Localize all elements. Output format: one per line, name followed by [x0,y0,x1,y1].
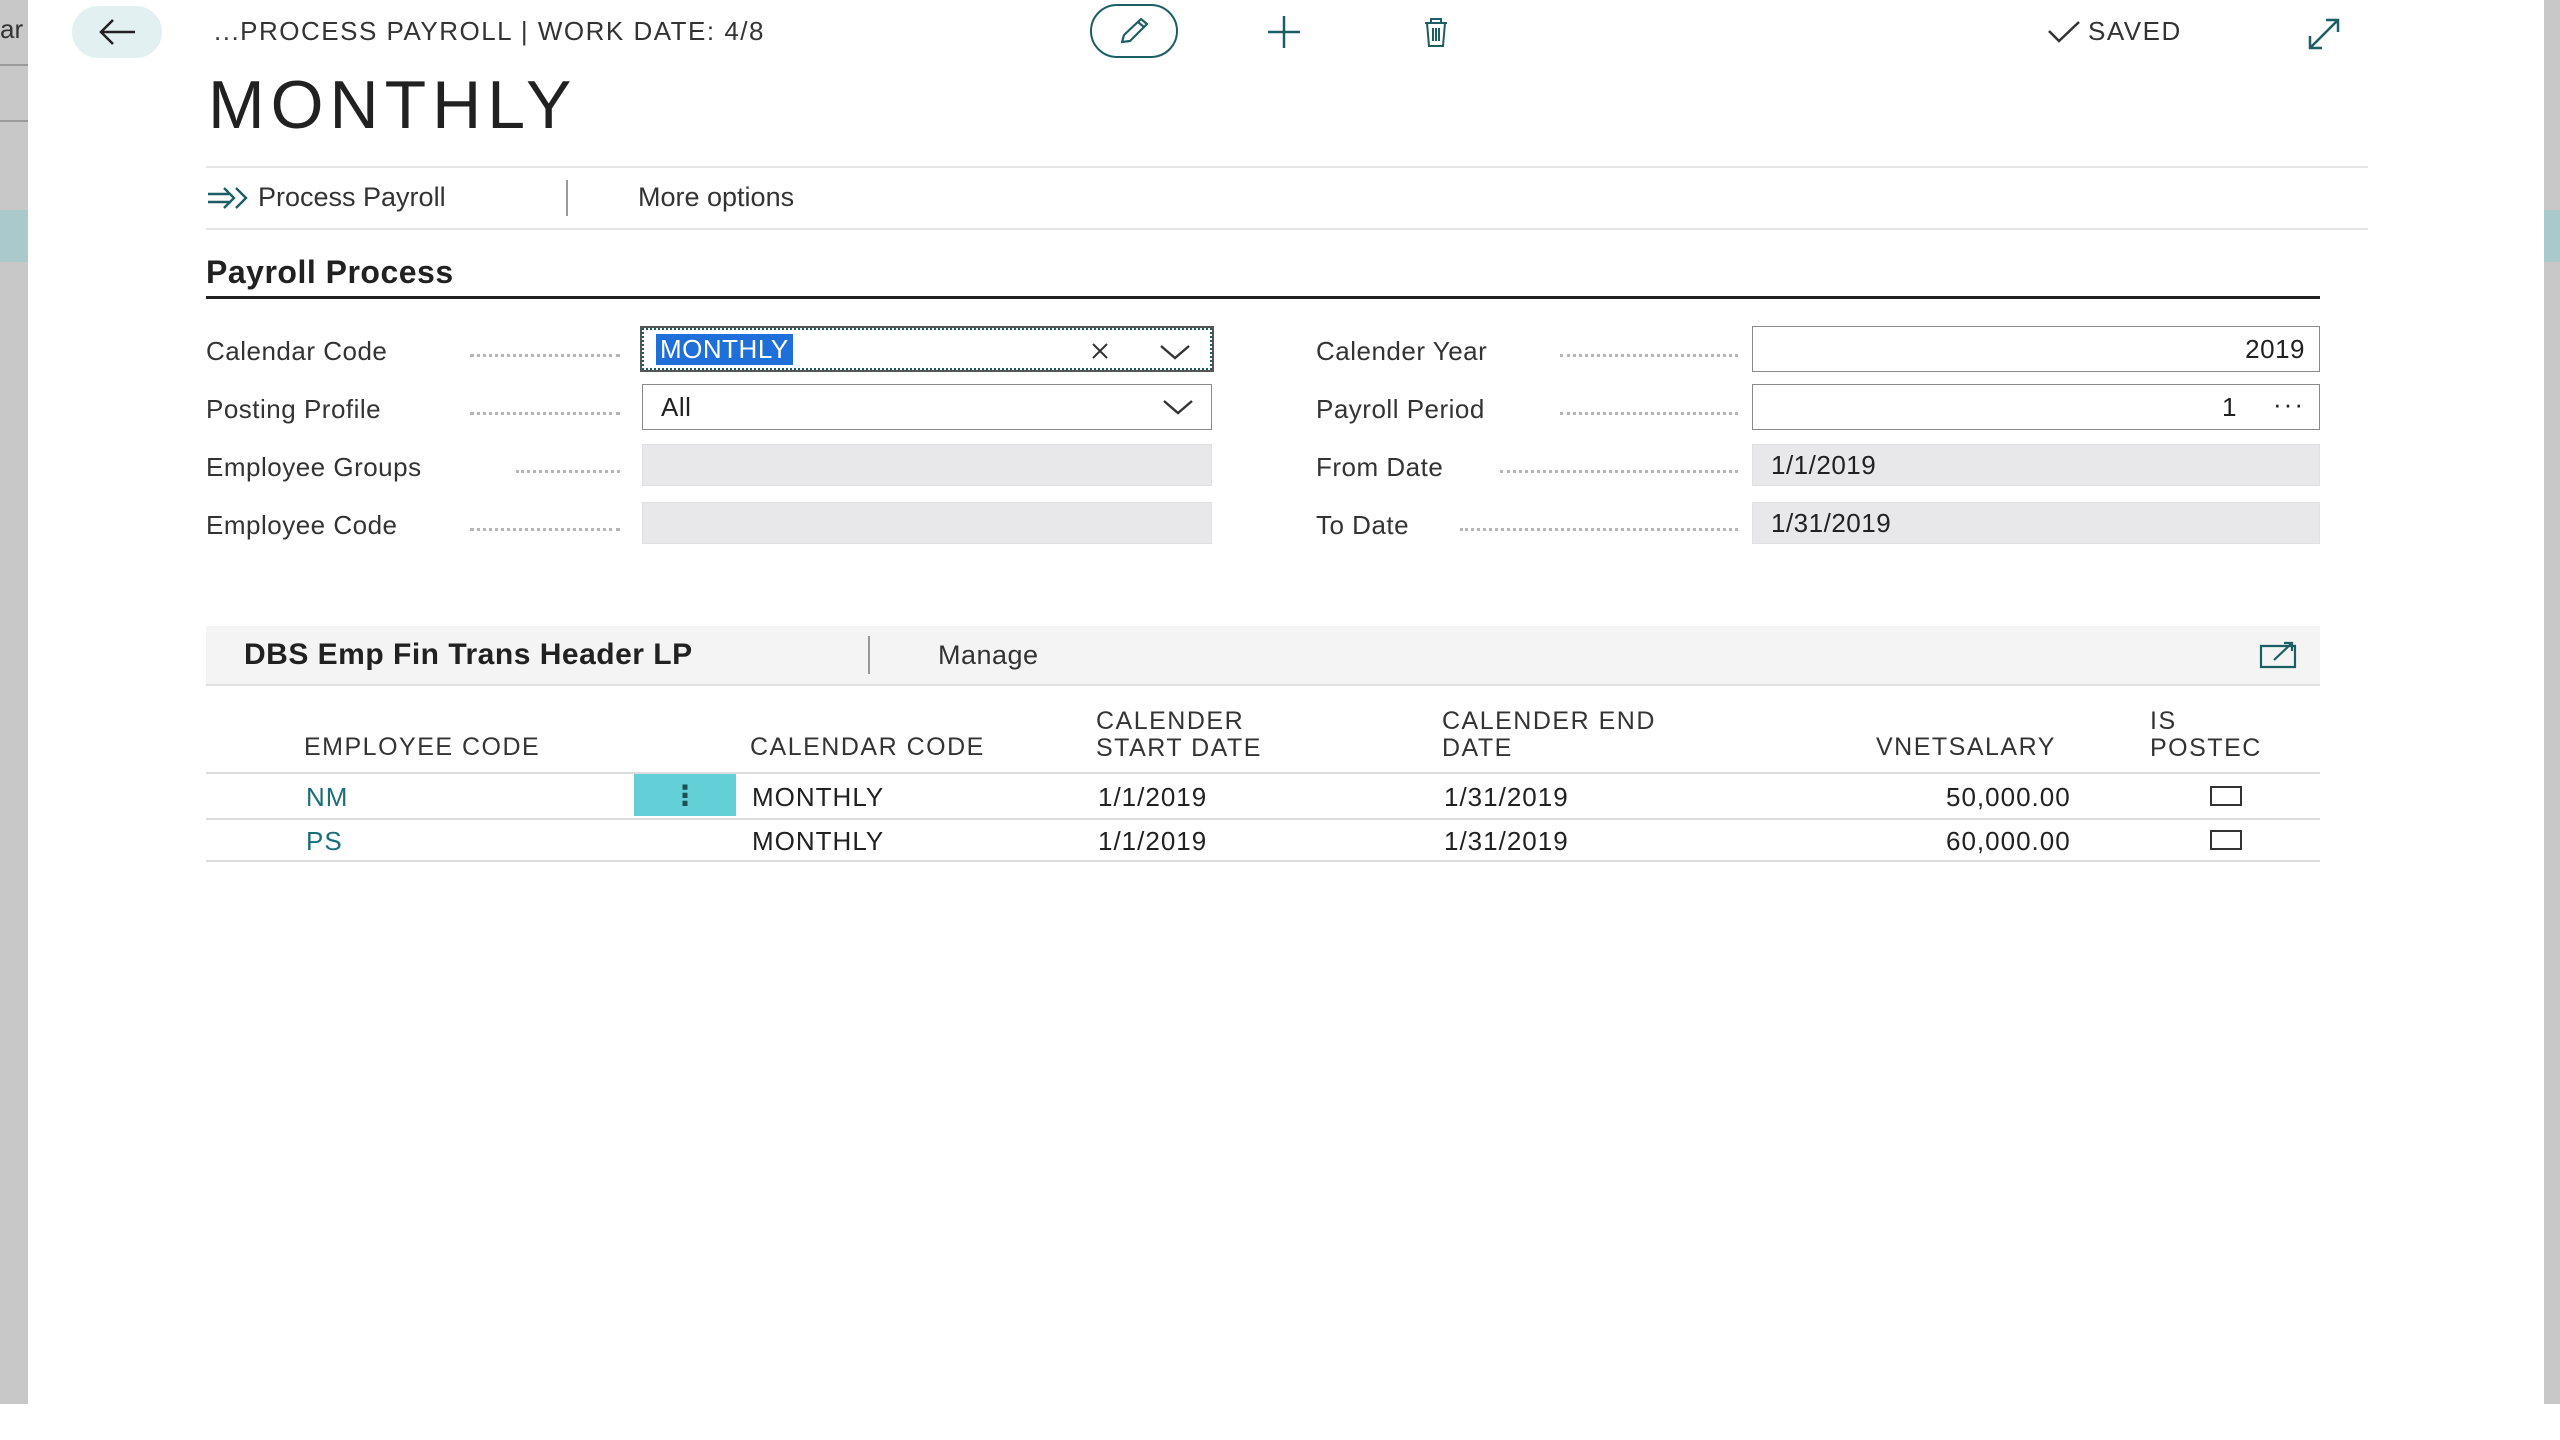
calendar-code-label: Calendar Code [206,336,388,366]
vertical-ellipsis-icon: ⋮ [671,779,699,811]
process-payroll-label: Process Payroll [258,182,446,212]
column-header-text: CALENDER [1096,707,1245,735]
open-in-new-window-icon[interactable] [2258,640,2298,670]
clear-icon[interactable] [1090,341,1110,361]
new-button[interactable] [1262,10,1306,54]
column-header-text: IS [2150,708,2177,735]
leader-dots [470,526,620,531]
cell-employee-code[interactable]: NM [306,782,348,813]
breadcrumb: ...PROCESS PAYROLL | WORK DATE: 4/8 [214,16,765,46]
cell-start-date[interactable]: 1/1/2019 [1098,826,1207,857]
background-selected-row [2544,210,2560,262]
is-posted-checkbox[interactable] [2210,830,2242,850]
row-actions-button[interactable]: ⋮ [634,774,736,816]
lookup-ellipsis-icon[interactable]: ··· [2273,389,2305,420]
action-divider [566,180,568,216]
leader-dots [470,352,620,357]
section-divider [206,296,2320,299]
plus-icon [1268,16,1300,48]
calendar-code-value: MONTHLY [656,333,793,365]
from-date-field[interactable]: 1/1/2019 [1752,444,2320,486]
back-button[interactable] [72,6,162,58]
grid-divider [206,818,2320,820]
window-bottom-area [0,1404,2560,1440]
saved-label: SAVED [2088,16,2182,46]
manage-action[interactable]: Manage [938,640,1039,671]
action-bar: Process Payroll More options [206,166,2368,230]
process-payroll-action[interactable]: Process Payroll [206,182,446,213]
back-arrow-icon [99,19,135,45]
posting-profile-label: Posting Profile [206,394,382,424]
grid-divider [206,860,2320,862]
leader-dots [470,410,620,415]
cell-calendar-code[interactable]: MONTHLY [752,826,884,857]
process-arrow-icon [208,186,248,209]
to-date-label: To Date [1316,510,1410,540]
cell-end-date[interactable]: 1/31/2019 [1444,826,1569,857]
more-options-label: More options [638,182,795,212]
background-page-text: ar [0,14,24,44]
column-header-start-date[interactable]: CALENDER START DATE [1096,708,1262,762]
calender-year-field[interactable]: 2019 [1752,326,2320,372]
expand-icon [2308,18,2340,50]
background-divider [0,120,28,122]
subpage-title: DBS Emp Fin Trans Header LP [244,638,693,671]
background-selected-row [0,210,28,262]
is-posted-checkbox[interactable] [2210,786,2242,806]
edit-button[interactable] [1090,4,1178,58]
column-header-is-posted[interactable]: IS POSTEC [2150,708,2280,762]
trash-icon [1425,18,1447,47]
calender-year-label: Calender Year [1316,336,1488,366]
column-header-employee-code[interactable]: EMPLOYEE CODE [304,734,540,761]
section-title: Payroll Process [206,254,454,290]
leader-dots [1560,352,1738,357]
more-options-action[interactable]: More options [638,182,794,213]
employee-groups-label: Employee Groups [206,452,422,482]
chevron-down-icon [1163,400,1193,415]
cell-start-date[interactable]: 1/1/2019 [1098,782,1207,813]
leader-dots [516,468,620,473]
cell-calendar-code[interactable]: MONTHLY [752,782,884,813]
calendar-code-field[interactable]: MONTHLY [640,326,1214,372]
background-divider [0,64,28,66]
posting-profile-value: All [661,391,692,422]
calender-year-value: 2019 [2245,333,2305,364]
checkmark-icon [2048,20,2080,43]
payroll-period-value: 1 [2222,391,2237,422]
payroll-period-field[interactable]: 1 ··· [1752,384,2320,430]
employee-groups-field[interactable] [642,444,1212,486]
column-header-text: DATE [1442,734,1513,762]
cell-net-salary[interactable]: 50,000.00 [1946,782,2071,813]
from-date-value: 1/1/2019 [1771,449,1877,480]
cell-net-salary[interactable]: 60,000.00 [1946,826,2071,857]
posting-profile-select[interactable]: All [642,384,1212,430]
employee-code-field[interactable] [642,502,1212,544]
employee-code-label: Employee Code [206,510,398,540]
pencil-icon [1120,17,1149,44]
column-header-text: CALENDER END [1442,707,1656,735]
to-date-field[interactable]: 1/31/2019 [1752,502,2320,544]
column-header-calendar-code[interactable]: CALENDAR CODE [750,734,985,761]
leader-dots [1500,468,1738,473]
from-date-label: From Date [1316,452,1444,482]
cell-end-date[interactable]: 1/31/2019 [1444,782,1569,813]
leader-dots [1460,526,1738,531]
cell-employee-code[interactable]: PS [306,826,343,857]
grid-divider [206,772,2320,774]
payroll-period-label: Payroll Period [1316,394,1485,424]
expand-button[interactable] [2302,12,2346,56]
subpage-header: DBS Emp Fin Trans Header LP Manage [206,626,2320,686]
to-date-value: 1/31/2019 [1771,507,1892,538]
subpage-divider [868,636,870,674]
column-header-net-salary[interactable]: VNETSALARY [1876,734,2056,761]
column-header-text: POSTEC [2150,734,2262,762]
column-header-end-date[interactable]: CALENDER END DATE [1442,708,1656,762]
page-title: MONTHLY [208,67,578,143]
delete-button[interactable] [1414,10,1458,54]
saved-status: SAVED [2046,16,2182,47]
column-header-text: START DATE [1096,734,1262,762]
leader-dots [1560,410,1738,415]
chevron-down-icon[interactable] [1158,343,1192,361]
